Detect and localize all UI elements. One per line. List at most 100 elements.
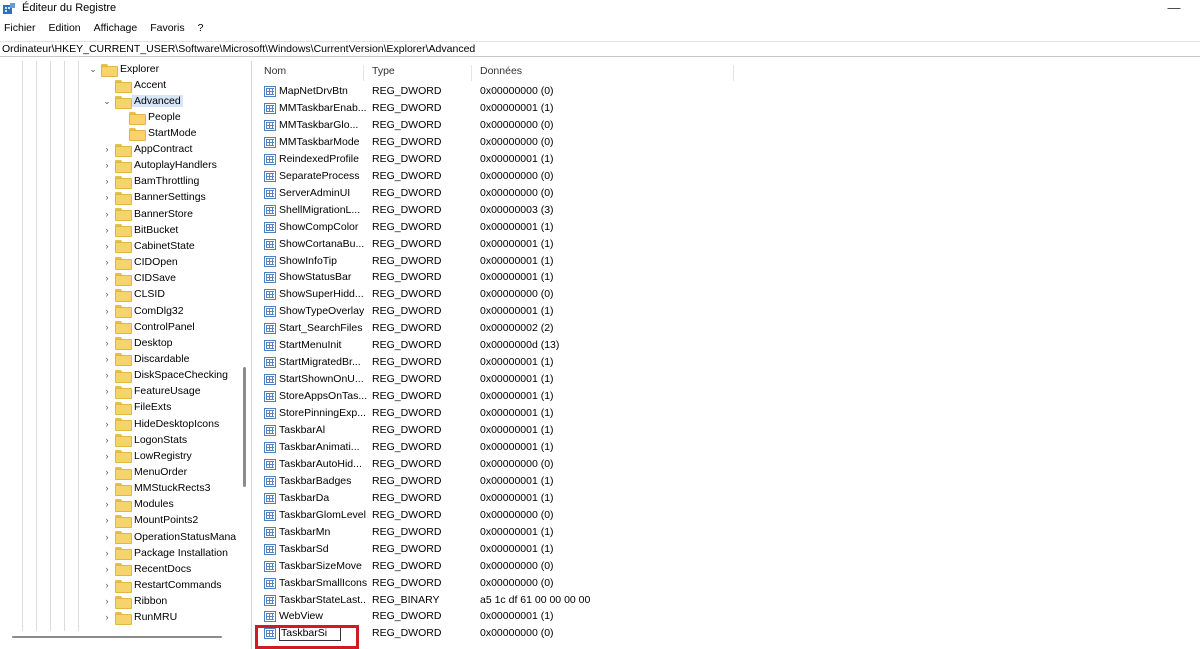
chevron-right-icon[interactable]: › xyxy=(102,192,112,202)
tree-item[interactable]: › RestartCommands xyxy=(102,577,222,593)
chevron-right-icon[interactable]: › xyxy=(102,483,112,493)
value-row[interactable]: TaskbarAl REG_DWORD 0x00000001 (1) xyxy=(256,422,1200,439)
value-row[interactable]: StartMenuInit REG_DWORD 0x0000000d (13) xyxy=(256,337,1200,354)
tree-item[interactable]: › LogonStats xyxy=(102,432,187,448)
value-row[interactable]: ShowCompColor REG_DWORD 0x00000001 (1) xyxy=(256,219,1200,236)
chevron-right-icon[interactable]: › xyxy=(102,225,112,235)
chevron-right-icon[interactable]: › xyxy=(102,273,112,283)
chevron-right-icon[interactable]: › xyxy=(102,144,112,154)
tree-item[interactable]: › MountPoints2 xyxy=(102,512,198,528)
menu-favoris[interactable]: Favoris xyxy=(148,22,186,38)
chevron-right-icon[interactable]: › xyxy=(102,564,112,574)
tree-item[interactable]: › ControlPanel xyxy=(102,319,195,335)
chevron-right-icon[interactable]: › xyxy=(102,354,112,364)
value-row[interactable]: ShowSuperHidd... REG_DWORD 0x00000000 (0) xyxy=(256,286,1200,303)
chevron-right-icon[interactable]: › xyxy=(102,241,112,251)
tree-vertical-scrollbar[interactable] xyxy=(243,367,246,487)
tree-item[interactable]: › Package Installation xyxy=(102,545,228,561)
chevron-right-icon[interactable]: › xyxy=(102,209,112,219)
menu-affichage[interactable]: Affichage xyxy=(92,22,140,38)
tree-item[interactable]: › LowRegistry xyxy=(102,448,192,464)
value-row[interactable]: TaskbarAnimati... REG_DWORD 0x00000001 (1) xyxy=(256,439,1200,456)
chevron-right-icon[interactable]: › xyxy=(102,580,112,590)
value-row[interactable]: TaskbarSd REG_DWORD 0x00000001 (1) xyxy=(256,541,1200,558)
value-row[interactable]: TaskbarMn REG_DWORD 0x00000001 (1) xyxy=(256,524,1200,541)
chevron-right-icon[interactable]: › xyxy=(102,515,112,525)
column-header-type[interactable]: Type xyxy=(364,65,472,81)
value-row[interactable]: TaskbarSizeMove REG_DWORD 0x00000000 (0) xyxy=(256,558,1200,575)
value-row[interactable]: ShowCortanaBu... REG_DWORD 0x00000001 (1) xyxy=(256,236,1200,253)
value-row[interactable]: ShowInfoTip REG_DWORD 0x00000001 (1) xyxy=(256,253,1200,270)
chevron-right-icon[interactable]: › xyxy=(102,596,112,606)
value-row[interactable]: ReindexedProfile REG_DWORD 0x00000001 (1) xyxy=(256,151,1200,168)
tree-item-explorer[interactable]: ⌄ Explorer xyxy=(88,61,159,77)
chevron-right-icon[interactable]: › xyxy=(102,548,112,558)
chevron-right-icon[interactable]: › xyxy=(102,612,112,622)
tree-item[interactable]: › HideDesktopIcons xyxy=(102,416,219,432)
chevron-right-icon[interactable]: › xyxy=(102,338,112,348)
address-bar[interactable]: Ordinateur\HKEY_CURRENT_USER\Software\Mi… xyxy=(0,41,1200,57)
tree-item[interactable]: › MenuOrder xyxy=(102,464,187,480)
values-list-pane[interactable]: Nom Type Données MapNetDrvBtn REG_DWORD 0x… xyxy=(256,61,1200,649)
tree-item[interactable]: › Desktop xyxy=(102,335,173,351)
tree-item-people[interactable]: People xyxy=(116,109,181,125)
chevron-right-icon[interactable]: › xyxy=(102,402,112,412)
value-row[interactable]: MapNetDrvBtn REG_DWORD 0x00000000 (0) xyxy=(256,83,1200,100)
tree-item[interactable]: › AppContract xyxy=(102,141,192,157)
menu-fichier[interactable]: Fichier xyxy=(2,22,38,38)
value-row[interactable]: ShellMigrationL... REG_DWORD 0x00000003 (3… xyxy=(256,202,1200,219)
chevron-right-icon[interactable]: › xyxy=(102,257,112,267)
value-row[interactable]: WebView REG_DWORD 0x00000001 (1) xyxy=(256,608,1200,625)
tree-horizontal-scrollbar[interactable] xyxy=(12,636,222,638)
value-row[interactable]: Start_SearchFiles REG_DWORD 0x00000002 (2) xyxy=(256,320,1200,337)
tree-item[interactable]: › OperationStatusMana xyxy=(102,529,236,545)
tree-item[interactable]: › CabinetState xyxy=(102,238,195,254)
chevron-right-icon[interactable]: › xyxy=(102,322,112,332)
value-row[interactable]: MMTaskbarMode REG_DWORD 0x00000000 (0) xyxy=(256,134,1200,151)
tree-item[interactable]: › Ribbon xyxy=(102,593,167,609)
tree-item[interactable]: › DiskSpaceChecking xyxy=(102,367,228,383)
tree-item[interactable]: › CLSID xyxy=(102,286,165,302)
value-row[interactable]: TaskbarBadges REG_DWORD 0x00000001 (1) xyxy=(256,473,1200,490)
value-row[interactable]: ShowTypeOverlay REG_DWORD 0x00000001 (1) xyxy=(256,303,1200,320)
tree-item[interactable]: › Discardable xyxy=(102,351,189,367)
column-header-data[interactable]: Données xyxy=(472,65,734,81)
value-row[interactable]: TaskbarDa REG_DWORD 0x00000001 (1) xyxy=(256,490,1200,507)
chevron-right-icon[interactable]: › xyxy=(102,386,112,396)
menu-edition[interactable]: Edition xyxy=(47,22,83,38)
tree-item[interactable]: › BitBucket xyxy=(102,222,178,238)
value-row[interactable]: StorePinningExp... REG_DWORD 0x00000001 (1… xyxy=(256,405,1200,422)
tree-item[interactable]: › MMStuckRects3 xyxy=(102,480,210,496)
value-row[interactable]: StartMigratedBr... REG_DWORD 0x00000001 (1… xyxy=(256,354,1200,371)
tree-item[interactable]: › BannerStore xyxy=(102,206,193,222)
chevron-down-icon[interactable]: ⌄ xyxy=(88,64,98,75)
value-row[interactable]: TaskbarAutoHid... REG_DWORD 0x00000000 (0) xyxy=(256,456,1200,473)
chevron-right-icon[interactable]: › xyxy=(102,499,112,509)
chevron-right-icon[interactable]: › xyxy=(102,435,112,445)
chevron-right-icon[interactable]: › xyxy=(102,532,112,542)
tree-item[interactable]: › RecentDocs xyxy=(102,561,191,577)
value-row[interactable]: ServerAdminUI REG_DWORD 0x00000000 (0) xyxy=(256,185,1200,202)
chevron-right-icon[interactable]: › xyxy=(102,419,112,429)
tree-item[interactable]: › BamThrottling xyxy=(102,173,199,189)
tree-item[interactable]: › BannerSettings xyxy=(102,189,206,205)
tree-item[interactable]: › FileExts xyxy=(102,399,171,415)
tree-item[interactable]: › Modules xyxy=(102,496,174,512)
chevron-right-icon[interactable]: › xyxy=(102,451,112,461)
value-row[interactable]: TaskbarStateLast... REG_BINARY a5 1c df 61… xyxy=(256,592,1200,609)
chevron-right-icon[interactable]: › xyxy=(102,176,112,186)
tree-item-advanced[interactable]: ⌄ Advanced xyxy=(102,93,183,109)
tree-item[interactable]: › ComDlg32 xyxy=(102,303,184,319)
value-row[interactable]: MMTaskbarEnab... REG_DWORD 0x00000001 (1) xyxy=(256,100,1200,117)
menu-help[interactable]: ? xyxy=(196,22,206,38)
tree-item[interactable]: › CIDOpen xyxy=(102,254,178,270)
value-row[interactable]: TaskbarGlomLevel REG_DWORD 0x00000000 (0) xyxy=(256,507,1200,524)
column-header-name[interactable]: Nom xyxy=(256,65,364,81)
value-row-editing[interactable]: TaskbarSi REG_DWORD 0x00000000 (0) xyxy=(256,625,1200,642)
value-row[interactable]: MMTaskbarGlo... REG_DWORD 0x00000000 (0) xyxy=(256,117,1200,134)
value-row[interactable]: TaskbarSmallIcons REG_DWORD 0x00000000 (0) xyxy=(256,575,1200,592)
value-row[interactable]: ShowStatusBar REG_DWORD 0x00000001 (1) xyxy=(256,269,1200,286)
tree-item[interactable]: › CIDSave xyxy=(102,270,176,286)
key-tree-pane[interactable]: ⌄ Explorer Accent ⌄ Advanced People Star… xyxy=(0,61,252,649)
value-row[interactable]: StartShownOnU... REG_DWORD 0x00000001 (1) xyxy=(256,371,1200,388)
